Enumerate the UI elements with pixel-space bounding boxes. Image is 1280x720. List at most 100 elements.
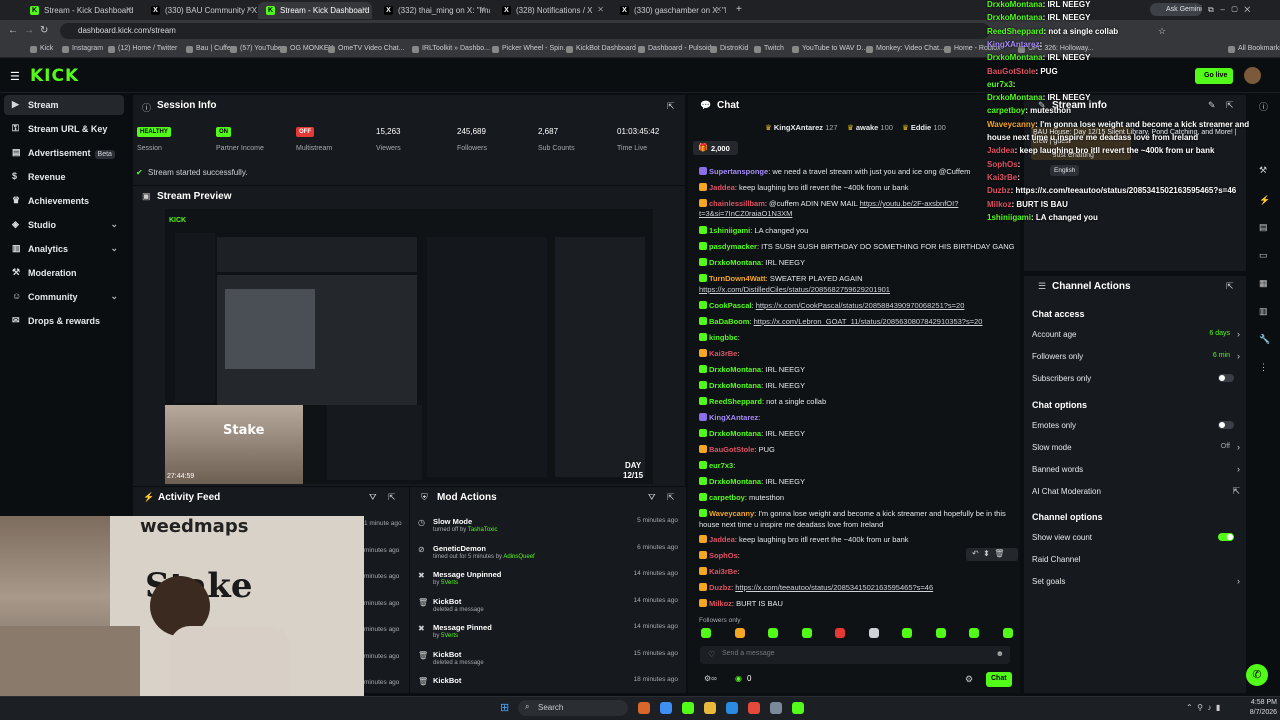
chat-username[interactable]: Jaddea	[709, 183, 735, 192]
emote-icon[interactable]	[734, 628, 745, 638]
browser-tab[interactable]: X (332) thai_ming on X: "Imag ✕	[376, 2, 490, 19]
chat-username[interactable]: Kai3rBe	[709, 349, 737, 358]
emote-icon[interactable]	[935, 628, 946, 638]
mod-action-user[interactable]: TashaToxic	[468, 527, 498, 533]
bookmark-item[interactable]: YouTube to WAV D...	[792, 45, 867, 53]
popout-icon[interactable]: ⇱	[667, 101, 675, 112]
chat-link[interactable]: https://x.com/CookPascal/status/20858843…	[756, 301, 965, 310]
mod-action-row[interactable]: ✖ Message Unpinned by 5Verts 14 minutes ago	[418, 570, 680, 596]
bookmark-item[interactable]: Picker Wheel - Spin...	[492, 45, 569, 53]
chat-username[interactable]: chainlessillbam	[709, 199, 765, 208]
bookmark-star-icon[interactable]: ☆	[1158, 26, 1166, 37]
chat-send-button[interactable]: Chat	[986, 672, 1012, 687]
chat-username[interactable]: Supertansponge	[709, 167, 768, 176]
sidebar-item-community[interactable]: ☺ Community ⌄	[4, 287, 124, 307]
sidebar-item-stream[interactable]: ▶ Stream	[4, 95, 124, 115]
bookmark-item[interactable]: (12) Home / Twitter	[108, 45, 177, 53]
emote-icon[interactable]	[801, 628, 812, 638]
app-icon[interactable]	[770, 702, 782, 714]
settings-gear-icon[interactable]: ⚙	[965, 674, 973, 685]
bookmark-item[interactable]: OG MONKEY	[280, 45, 333, 53]
chat-username[interactable]: Jaddea	[709, 535, 735, 544]
server-icon[interactable]: ▥	[1259, 306, 1268, 317]
stream-preview-video[interactable]: Stake 27:44:59 DAY 12/15 KICK	[165, 209, 653, 484]
emote-icon[interactable]	[868, 628, 879, 638]
chat-link[interactable]: https://x.com/Lebron_GOAT_11/status/2085…	[754, 317, 983, 326]
sidebar-item-analytics[interactable]: ▥ Analytics ⌄	[4, 239, 124, 259]
new-tab-icon[interactable]: +	[736, 4, 742, 15]
browser-tab[interactable]: X (328) Notifications / X ✕	[494, 2, 608, 19]
grid-icon[interactable]: ▦	[1259, 278, 1268, 289]
followers-only-row[interactable]: Followers only 6 min ›	[1032, 351, 1242, 366]
chat-username[interactable]: ReedSheppard	[709, 397, 762, 406]
forward-icon[interactable]: →	[24, 25, 34, 36]
points-icon[interactable]: ⚙∞	[704, 674, 717, 683]
chat-input[interactable]: ♡ Send a message ☻	[700, 646, 1010, 664]
window-controls[interactable]: ⧉ – ▢ ✕	[1208, 5, 1250, 15]
bookmark-item[interactable]: KickBot Dashboard	[566, 45, 636, 53]
chat-username[interactable]: Kai3rBe	[709, 567, 737, 576]
pinned-gift-counter[interactable]: 🎁 2,000	[693, 141, 738, 155]
store-icon[interactable]	[726, 702, 738, 714]
kick-app-icon[interactable]	[682, 702, 694, 714]
top-gifter[interactable]: ♛ KingXAntarez 127	[765, 123, 838, 132]
address-bar[interactable]: dashboard.kick.com/stream	[60, 23, 990, 39]
chrome-icon[interactable]	[748, 702, 760, 714]
bookmark-item[interactable]: IRLToolkit » Dashbo...	[412, 45, 490, 53]
subscribers-only-toggle[interactable]	[1218, 374, 1234, 382]
bookmark-item[interactable]: (57) YouTube	[230, 45, 282, 53]
chat-username[interactable]: DrxkoMontana	[709, 429, 761, 438]
emote-icon[interactable]	[701, 628, 711, 638]
wrench-icon[interactable]: 🔧	[1259, 334, 1270, 345]
info-icon[interactable]: ⓘ	[1259, 100, 1268, 113]
chat-username[interactable]: SophOs	[709, 551, 738, 560]
banned-words-row[interactable]: Banned words ›	[1032, 464, 1242, 479]
mod-action-user[interactable]: 5Verts	[441, 580, 458, 586]
browser-tab[interactable]: K Stream - Kick Dashboard ✕	[258, 2, 372, 19]
subscribers-only-row[interactable]: Subscribers only	[1032, 374, 1242, 388]
chat-link[interactable]: https://youtu.be/2F-axsbnfOI?	[860, 199, 959, 208]
account-age-row[interactable]: Account age 6 days ›	[1032, 329, 1242, 344]
message-actions[interactable]: ↶ ⬍ 🗑	[966, 548, 1018, 561]
chat-link[interactable]: t=3&si=7InCZ0raiaO1N3XM	[699, 209, 792, 218]
clock-date[interactable]: 8/7/2026	[1237, 709, 1277, 716]
chat-username[interactable]: Milkoz	[709, 599, 732, 608]
doc-icon[interactable]: ▤	[1259, 222, 1268, 233]
browser-tab[interactable]: X (330) BAU Community / X ✕	[143, 2, 257, 19]
help-chat-button[interactable]: ✆	[1246, 664, 1268, 686]
sidebar-item-studio[interactable]: ◈ Studio ⌄	[4, 215, 124, 235]
chat-link[interactable]: https://x.com/DistilledCiles/status/2085…	[699, 285, 890, 294]
popout-icon[interactable]: ⇱	[388, 492, 396, 503]
mod-action-user[interactable]: AdinsQueef	[503, 554, 534, 560]
clock-time[interactable]: 4:58 PM	[1237, 699, 1277, 706]
bookmark-item[interactable]: DistroKid	[710, 45, 748, 53]
bookmark-item[interactable]: Kick	[30, 45, 53, 53]
close-icon[interactable]: ✕	[715, 5, 722, 14]
slow-mode-row[interactable]: Slow mode Off ›	[1032, 442, 1242, 457]
mod-action-row[interactable]: 🗑 KickBot deleted a message 15 minutes ago	[418, 650, 680, 676]
popout-icon[interactable]: ⇱	[1226, 100, 1234, 111]
bookmark-item[interactable]: OmeTV Video Chat...	[328, 45, 404, 53]
chat-username[interactable]: BaDaBoom	[709, 317, 749, 326]
menu-icon[interactable]: ☰	[10, 70, 20, 83]
chat-username[interactable]: CookPascal	[709, 301, 752, 310]
sidebar-item-stream-url-key[interactable]: ⚿ Stream URL & Key	[4, 119, 124, 139]
tool-icon[interactable]: ⚒	[1259, 165, 1267, 176]
filter-icon[interactable]: ⛛	[648, 492, 656, 503]
raid-channel-row[interactable]: Raid Channel	[1032, 555, 1242, 569]
mod-action-row[interactable]: ✖ Message Pinned by 5Verts 14 minutes ago	[418, 623, 680, 649]
chat-username[interactable]: TurnDown4Watt	[709, 274, 766, 283]
sidebar-item-achievements[interactable]: ♛ Achievements	[4, 191, 124, 211]
chat-username[interactable]: DrxkoMontana	[709, 258, 761, 267]
emote-icon[interactable]	[835, 628, 845, 638]
bookmark-item[interactable]: Twitch	[754, 45, 784, 53]
emote-icon[interactable]	[902, 628, 912, 638]
network-icon[interactable]: ⋮	[1259, 362, 1268, 373]
popout-icon[interactable]: ⇱	[667, 492, 675, 503]
mod-action-row[interactable]: ⊘ GeneticDemon timed out for 5 minutes by …	[418, 544, 680, 570]
chat-username[interactable]: Waveycanny	[709, 509, 754, 518]
chat-username[interactable]: pasdymacker	[709, 242, 757, 251]
chat-username[interactable]: BauGotStole	[709, 445, 754, 454]
browser-app-icon[interactable]	[638, 702, 650, 714]
close-icon[interactable]: ✕	[597, 5, 604, 14]
